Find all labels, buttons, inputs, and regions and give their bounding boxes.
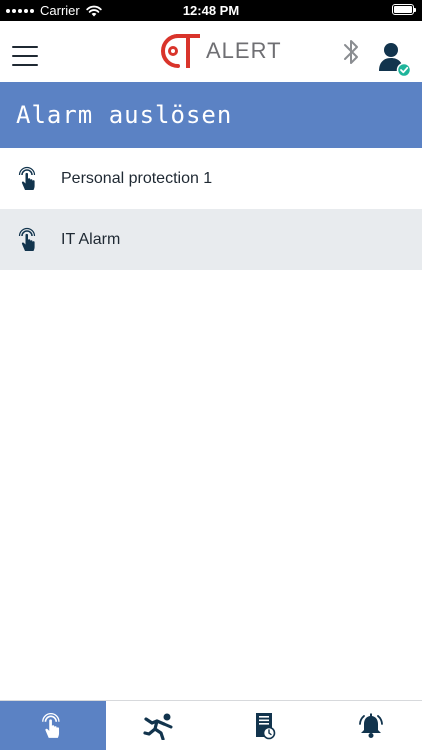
alarm-bell-icon [359, 713, 383, 738]
status-time: 12:48 PM [182, 3, 240, 18]
bottom-tab-bar [0, 700, 422, 750]
page-banner: Alarm auslösen [0, 82, 422, 148]
tab-trigger-alarm[interactable] [0, 701, 106, 750]
touch-hand-icon [18, 166, 36, 190]
tab-log[interactable] [212, 701, 318, 750]
app-logo: ALERT [156, 30, 282, 72]
alarm-list: Personal protection 1 IT Alarm [0, 148, 422, 270]
tab-man-down[interactable] [106, 701, 212, 750]
battery-icon [392, 4, 416, 15]
alarm-label: Personal protection 1 [61, 170, 213, 187]
page-title: Alarm auslösen [16, 101, 233, 129]
touch-hand-icon [42, 712, 60, 738]
alarm-label: IT Alarm [61, 231, 121, 248]
status-bar: Carrier 12:48 PM [0, 0, 422, 21]
touch-hand-icon [18, 227, 36, 251]
user-verified-icon[interactable] [378, 41, 412, 77]
bluetooth-icon[interactable] [340, 37, 364, 67]
tab-alarms[interactable] [318, 701, 422, 750]
log-clock-icon [256, 712, 276, 739]
logo-word: ALERT [206, 38, 282, 63]
alarm-list-item[interactable]: Personal protection 1 [0, 148, 422, 209]
app-header: ALERT [0, 21, 422, 82]
alarm-list-item[interactable]: IT Alarm [0, 209, 422, 270]
falling-person-icon [143, 713, 173, 740]
menu-button[interactable] [12, 46, 38, 66]
logo-mark-icon [161, 34, 200, 68]
